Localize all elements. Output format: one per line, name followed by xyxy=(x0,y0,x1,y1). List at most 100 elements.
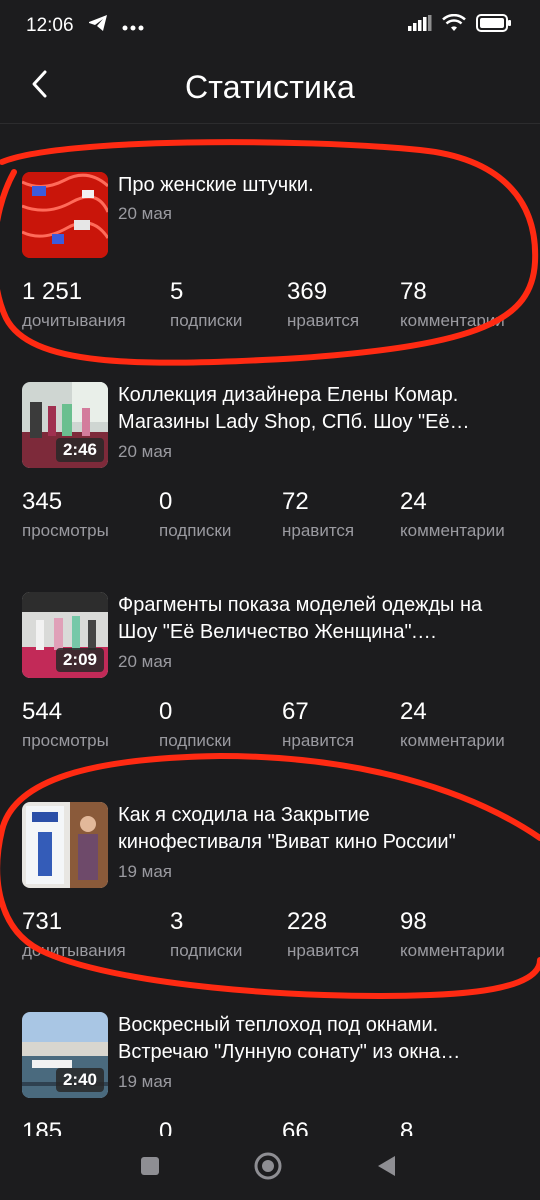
stat-reads: 1 251 дочитывания xyxy=(22,278,126,332)
wifi-icon xyxy=(442,13,466,38)
stat-value: 228 xyxy=(287,908,328,935)
stat-likes: 369 нравится xyxy=(287,278,359,332)
stat-value: 67 xyxy=(282,698,309,725)
video-duration: 2:09 xyxy=(55,648,104,672)
post-thumbnail xyxy=(22,802,108,888)
system-nav-bar xyxy=(0,1136,540,1200)
stat-value: 0 xyxy=(159,488,173,515)
stat-comments: 24 комментарии xyxy=(400,698,505,752)
stat-label: подписки xyxy=(159,521,232,540)
stat-value: 78 xyxy=(400,278,427,305)
stat-value: 5 xyxy=(170,278,184,305)
page-title: Статистика xyxy=(184,69,356,105)
stat-value: 24 xyxy=(400,698,427,725)
stat-label: подписки xyxy=(170,941,243,960)
post-item[interactable]: Про женские штучки. 20 мая 1 251 дочитыв… xyxy=(0,172,540,382)
back-button[interactable] xyxy=(20,66,60,106)
post-thumbnail: 2:09 xyxy=(22,592,108,678)
stat-value: 8 xyxy=(400,1118,414,1136)
post-title: Коллекция дизайнера Елены Комар. Магазин… xyxy=(118,384,470,433)
post-date: 20 мая xyxy=(118,442,172,461)
home-button[interactable] xyxy=(252,1152,284,1184)
stat-label: подписки xyxy=(159,731,232,750)
stat-value: 98 xyxy=(400,908,427,935)
video-duration: 2:40 xyxy=(55,1068,104,1092)
stat-value: 544 xyxy=(22,698,63,725)
recents-square-icon xyxy=(139,1155,161,1182)
battery-icon xyxy=(476,14,512,38)
post-date: 19 мая xyxy=(118,1072,172,1091)
post-item[interactable]: 2:09 Фрагменты показа моделей одежды на … xyxy=(0,592,540,802)
recents-button[interactable] xyxy=(134,1152,166,1184)
stat-likes: 72 нравится xyxy=(282,488,354,542)
stat-subscriptions: 0 подписки xyxy=(159,488,231,542)
status-bar: 12:06 xyxy=(0,0,540,52)
stat-subscriptions: 3 подписки xyxy=(170,908,242,962)
telegram-icon xyxy=(88,14,108,38)
stat-label: подписки xyxy=(170,311,243,330)
stat-subscriptions: 0 xyxy=(159,1118,172,1136)
status-time: 12:06 xyxy=(26,15,74,36)
stat-label: нравится xyxy=(282,521,355,540)
stat-label: просмотры xyxy=(22,521,109,540)
stat-views: 544 просмотры xyxy=(22,698,109,752)
stat-label: комментарии xyxy=(400,731,505,750)
stat-reads: 731 дочитывания xyxy=(22,908,126,962)
stat-value: 66 xyxy=(282,1118,309,1136)
stat-value: 345 xyxy=(22,488,63,515)
stat-subscriptions: 5 подписки xyxy=(170,278,242,332)
post-thumbnail: 2:46 xyxy=(22,382,108,468)
stat-value: 731 xyxy=(22,908,63,935)
system-back-button[interactable] xyxy=(370,1152,402,1184)
post-title: Про женские штучки. xyxy=(118,174,314,196)
stat-label: дочитывания xyxy=(22,941,126,960)
stat-value: 369 xyxy=(287,278,328,305)
stat-value: 0 xyxy=(159,698,173,725)
stat-comments: 8 xyxy=(400,1118,413,1136)
stat-likes: 66 xyxy=(282,1118,309,1136)
status-left: 12:06 xyxy=(26,14,144,38)
stats-list[interactable]: Про женские штучки. 20 мая 1 251 дочитыв… xyxy=(0,124,540,1136)
post-thumbnail: 2:40 xyxy=(22,1012,108,1098)
stat-value: 185 xyxy=(22,1118,63,1136)
stat-value: 1 251 xyxy=(22,278,83,305)
stat-views: 345 просмотры xyxy=(22,488,109,542)
stat-label: просмотры xyxy=(22,731,109,750)
stat-label: комментарии xyxy=(400,941,505,960)
signal-icon xyxy=(408,15,432,37)
stat-value: 0 xyxy=(159,1118,173,1136)
stat-comments: 78 комментарии xyxy=(400,278,505,332)
stat-label: нравится xyxy=(282,731,355,750)
post-title: Воскресный теплоход под окнами. Встречаю… xyxy=(118,1014,461,1063)
chevron-left-icon xyxy=(30,69,50,104)
stat-value: 24 xyxy=(400,488,427,515)
stat-label: комментарии xyxy=(400,521,505,540)
post-title: Как я сходила на Закрытие кинофестиваля … xyxy=(118,804,456,853)
stat-comments: 98 комментарии xyxy=(400,908,505,962)
stat-subscriptions: 0 подписки xyxy=(159,698,231,752)
post-item[interactable]: 2:46 Коллекция дизайнера Елены Комар. Ма… xyxy=(0,382,540,592)
more-dots-icon xyxy=(122,15,144,37)
post-thumbnail xyxy=(22,172,108,258)
stat-likes: 228 нравится xyxy=(287,908,359,962)
post-date: 20 мая xyxy=(118,204,172,223)
back-triangle-icon xyxy=(375,1154,397,1183)
post-date: 19 мая xyxy=(118,862,172,881)
post-item[interactable]: Как я сходила на Закрытие кинофестиваля … xyxy=(0,802,540,1012)
post-date: 20 мая xyxy=(118,652,172,671)
app-header: Статистика xyxy=(0,52,540,124)
stat-value: 72 xyxy=(282,488,309,515)
stat-label: дочитывания xyxy=(22,311,126,330)
stat-label: нравится xyxy=(287,311,360,330)
stat-value: 3 xyxy=(170,908,184,935)
stat-label: нравится xyxy=(287,941,360,960)
post-title: Фрагменты показа моделей одежды на Шоу "… xyxy=(118,594,483,643)
home-circle-icon xyxy=(253,1151,283,1186)
stat-comments: 24 комментарии xyxy=(400,488,505,542)
stat-label: комментарии xyxy=(400,311,505,330)
status-right xyxy=(408,13,512,38)
video-duration: 2:46 xyxy=(55,438,104,462)
post-item[interactable]: 2:40 Воскресный теплоход под окнами. Вст… xyxy=(0,1012,540,1136)
stat-likes: 67 нравится xyxy=(282,698,354,752)
stat-views: 185 xyxy=(22,1118,62,1136)
